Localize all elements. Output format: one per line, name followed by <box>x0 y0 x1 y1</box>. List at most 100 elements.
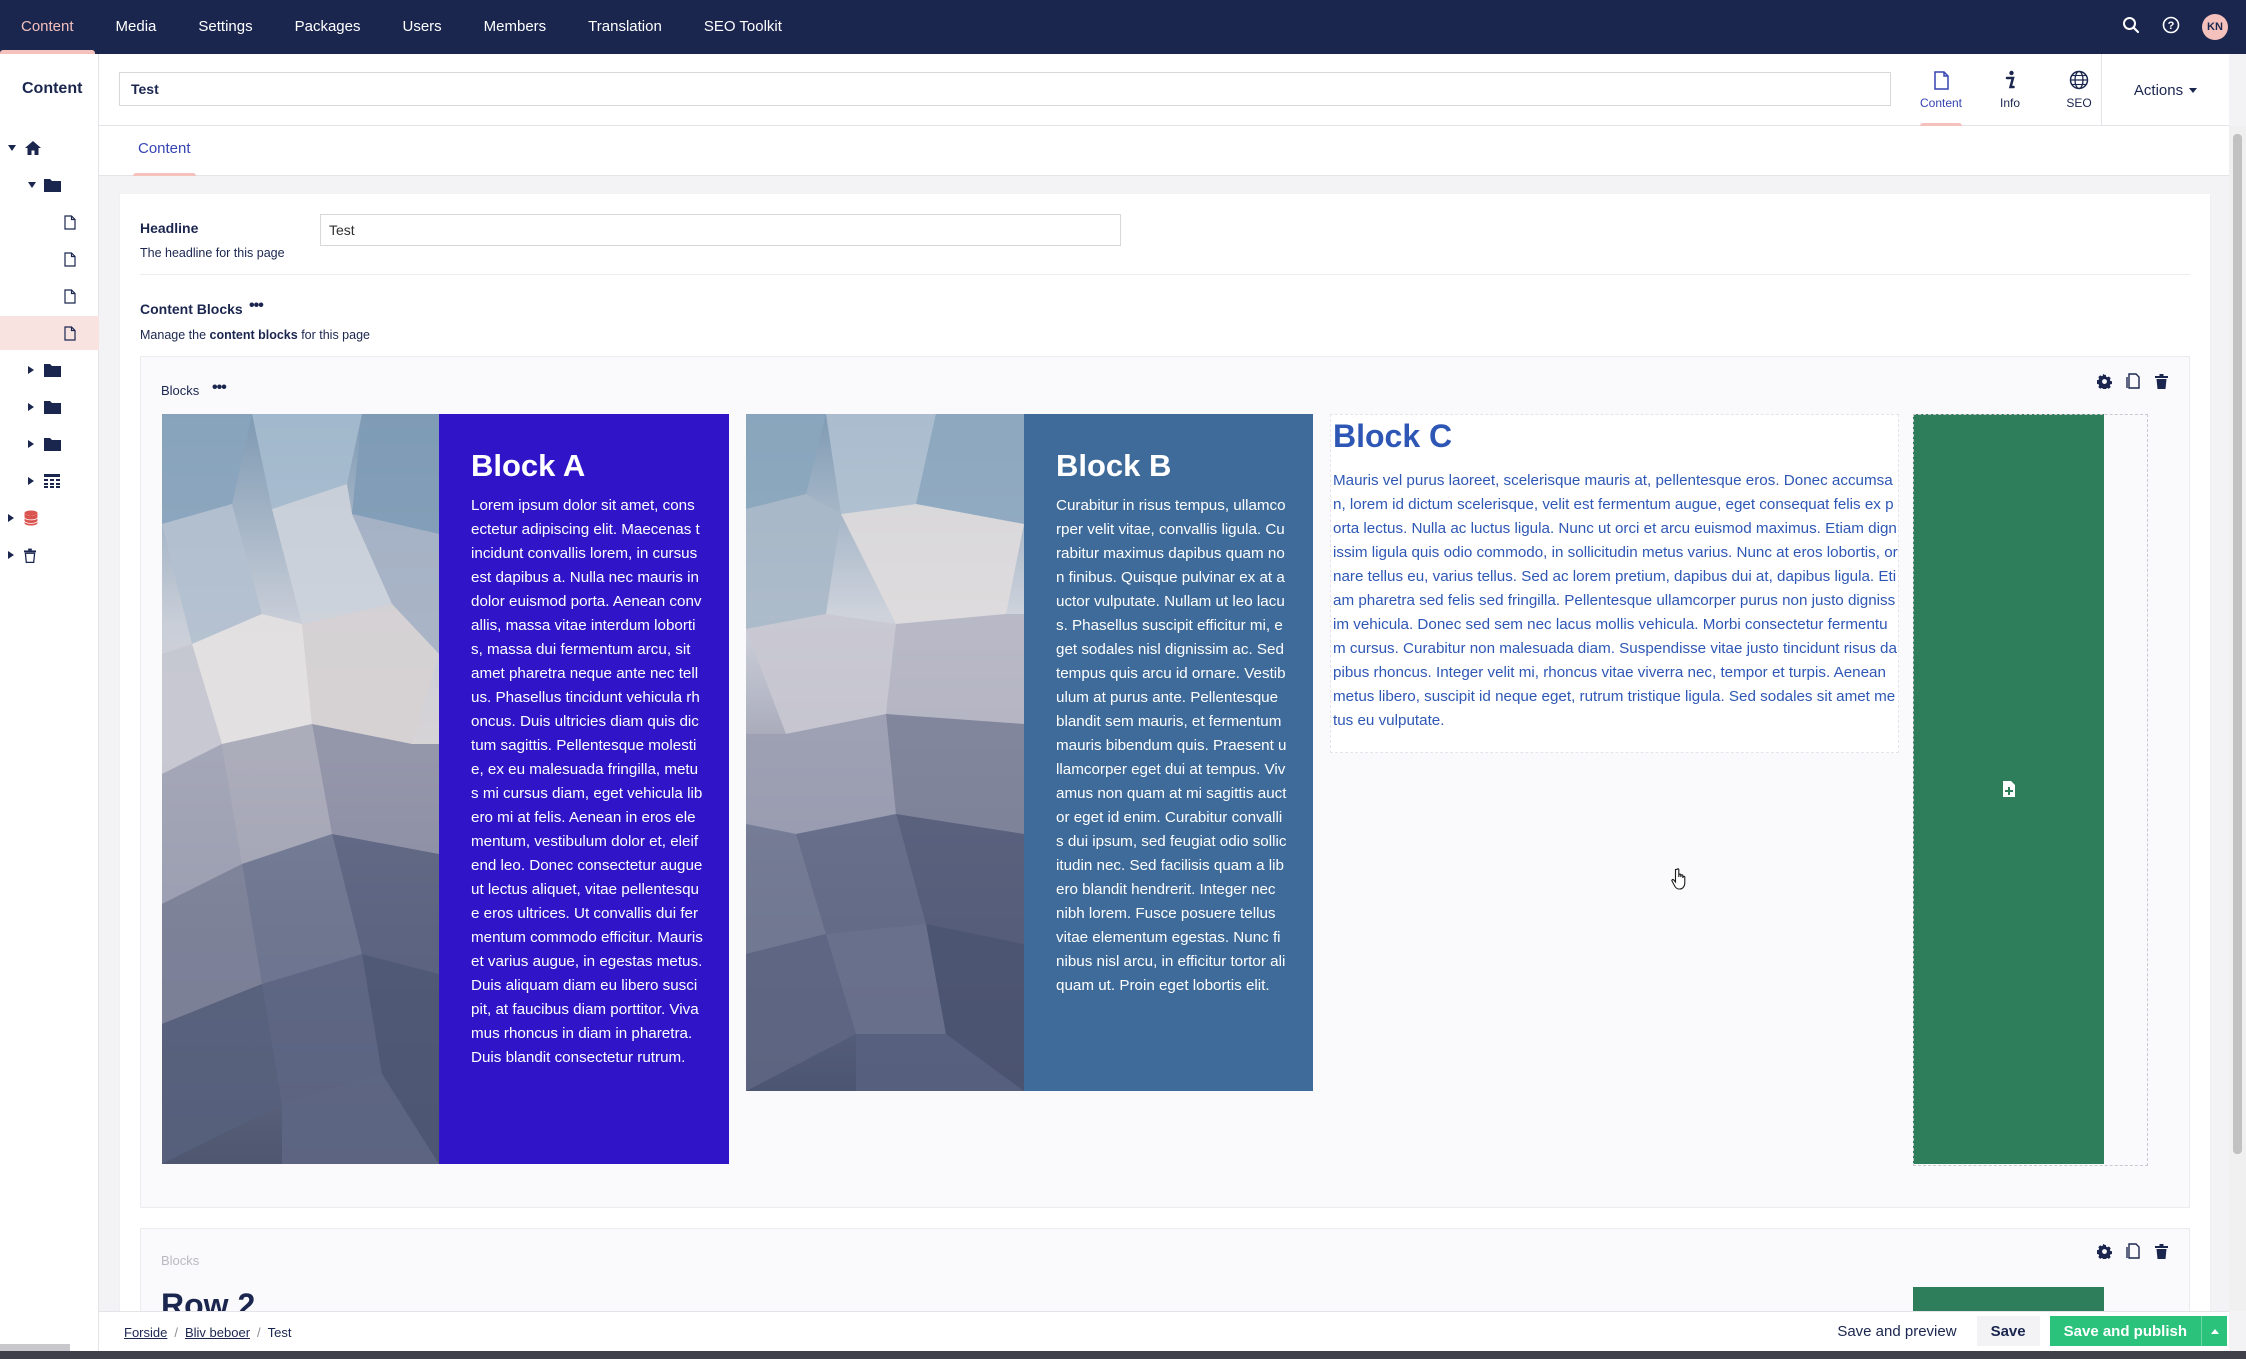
grid-icon <box>44 474 60 488</box>
topnav-users[interactable]: Users <box>381 0 462 54</box>
block-c-content[interactable]: Block C Mauris vel purus laoreet, sceler… <box>1330 414 1899 753</box>
window-bottom-edge <box>0 1351 2246 1359</box>
content-blocks-desc-bold: content blocks <box>209 328 298 342</box>
headline-description: The headline for this page <box>140 246 285 260</box>
tree-node[interactable] <box>0 205 99 239</box>
topnav-content[interactable]: Content <box>0 0 95 54</box>
app-content-label: Content <box>1919 95 1963 110</box>
tree-node[interactable] <box>0 131 99 165</box>
top-navigation-bar: Content Media Settings Packages Users Members… <box>0 0 2246 54</box>
section-nav: Content Media Settings Packages Users Members… <box>0 0 803 54</box>
content-blocks-description: Manage the content blocks for this page <box>140 328 370 342</box>
home-icon <box>24 140 42 156</box>
block-b-content[interactable]: Block B Curabitur in risus tempus, ullam… <box>1024 414 1313 1091</box>
blocks-menu-button[interactable]: ••• <box>212 379 227 397</box>
help-icon[interactable]: ? <box>2162 16 2180 39</box>
tree-node[interactable] <box>0 168 99 202</box>
content-tabs: Content <box>99 126 2229 176</box>
breadcrumb-bliv-beboer[interactable]: Bliv beboer <box>185 1325 250 1340</box>
topnav-members[interactable]: Members <box>463 0 568 54</box>
expand-caret-right-icon[interactable] <box>28 477 34 485</box>
tree-node[interactable] <box>0 427 99 461</box>
copy-icon[interactable] <box>2126 373 2141 394</box>
expand-caret-down-icon[interactable] <box>28 182 36 188</box>
block-c-text: Mauris vel purus laoreet, scelerisque ma… <box>1333 472 1898 729</box>
folder-icon <box>44 363 61 377</box>
vertical-scrollbar[interactable] <box>2229 126 2246 1311</box>
expand-caret-right-icon[interactable] <box>8 514 14 522</box>
publish-options-caret[interactable] <box>2201 1316 2227 1346</box>
document-icon <box>64 251 76 267</box>
folder-icon <box>44 178 61 192</box>
block-a-image[interactable] <box>162 414 439 1164</box>
scrollbar-thumb[interactable] <box>2233 134 2242 1154</box>
headline-label: Headline <box>140 220 199 236</box>
tree-node[interactable] <box>0 279 99 313</box>
block-a-title: Block A <box>471 448 586 483</box>
horizontal-scrollbar-thumb[interactable] <box>0 1344 70 1351</box>
editor-header: Content Info SEO Actions <box>99 54 2229 126</box>
search-icon[interactable] <box>2122 16 2140 39</box>
trash-icon[interactable] <box>2155 373 2168 394</box>
top-right-tools: ? KN <box>2122 0 2228 54</box>
row-2-title: Row 2 <box>161 1287 256 1314</box>
app-content-button[interactable]: Content <box>1910 54 1972 126</box>
user-avatar[interactable]: KN <box>2202 14 2228 40</box>
block-c-title: Block C <box>1333 418 1453 454</box>
tab-content[interactable]: Content <box>133 126 196 176</box>
headline-input[interactable] <box>320 214 1121 246</box>
topnav-settings[interactable]: Settings <box>177 0 273 54</box>
actions-dropdown[interactable]: Actions <box>2101 54 2229 126</box>
breadcrumb: Forside / Bliv beboer / Test <box>124 1312 292 1352</box>
app-seo-label: SEO <box>2066 96 2092 110</box>
settings-icon[interactable] <box>2096 373 2113 394</box>
trash-icon[interactable] <box>2155 1243 2168 1264</box>
tree-node[interactable] <box>0 353 99 387</box>
tree-node[interactable] <box>0 464 99 498</box>
save-and-preview-button[interactable]: Save and preview <box>1827 1317 1966 1346</box>
document-icon <box>1933 70 1949 90</box>
row-2-green-block[interactable] <box>1913 1287 2104 1314</box>
app-info-button[interactable]: Info <box>1979 54 2041 126</box>
tree-node[interactable] <box>0 538 99 572</box>
breadcrumb-separator: / <box>174 1324 178 1340</box>
tree-node[interactable] <box>0 242 99 276</box>
editor-footer: Forside / Bliv beboer / Test Save and pr… <box>99 1311 2229 1351</box>
app-info-label: Info <box>1999 96 2020 110</box>
settings-icon[interactable] <box>2096 1243 2113 1264</box>
svg-text:?: ? <box>2168 20 2175 32</box>
tree-node[interactable] <box>0 501 99 535</box>
block-a-content[interactable]: Block A Lorem ipsum dolor sit amet, cons… <box>439 414 729 1164</box>
topnav-media[interactable]: Media <box>95 0 178 54</box>
expand-caret-right-icon[interactable] <box>28 403 34 411</box>
topnav-packages[interactable]: Packages <box>274 0 382 54</box>
topnav-seo-toolkit[interactable]: SEO Toolkit <box>683 0 803 54</box>
content-tree: Content <box>0 54 99 1359</box>
trash-icon <box>24 548 36 563</box>
blocks-row-1: Blocks ••• Block A Lorem ipsum dolor sit… <box>140 356 2190 1208</box>
expand-caret-down-icon[interactable] <box>8 145 16 151</box>
save-and-publish-button[interactable]: Save and publish <box>2049 1316 2201 1346</box>
expand-caret-right-icon[interactable] <box>28 366 34 374</box>
save-button[interactable]: Save <box>1976 1316 2040 1346</box>
block-drop-slot <box>1913 414 2148 1166</box>
copy-icon[interactable] <box>2126 1243 2141 1264</box>
database-icon <box>24 510 38 526</box>
block-a-text: Lorem ipsum dolor sit amet, consectetur … <box>471 497 703 1066</box>
folder-icon <box>44 437 61 451</box>
breadcrumb-current: Test <box>267 1324 292 1340</box>
breadcrumb-forside[interactable]: Forside <box>124 1325 167 1340</box>
content-blocks-menu-button[interactable]: ••• <box>249 297 264 315</box>
content-blocks-label: Content Blocks <box>140 301 243 317</box>
row-2-actions <box>2096 1243 2168 1264</box>
block-b-title: Block B <box>1056 448 1172 483</box>
tree-node[interactable] <box>0 316 99 350</box>
expand-caret-right-icon[interactable] <box>28 440 34 448</box>
block-b-image[interactable] <box>746 414 1024 1091</box>
topnav-translation[interactable]: Translation <box>567 0 683 54</box>
node-name-input[interactable] <box>119 72 1891 106</box>
expand-caret-right-icon[interactable] <box>8 551 14 559</box>
block-b-text: Curabitur in risus tempus, ullamcorper v… <box>1056 497 1287 994</box>
hand-cursor-icon <box>1670 867 1690 896</box>
tree-node[interactable] <box>0 390 99 424</box>
